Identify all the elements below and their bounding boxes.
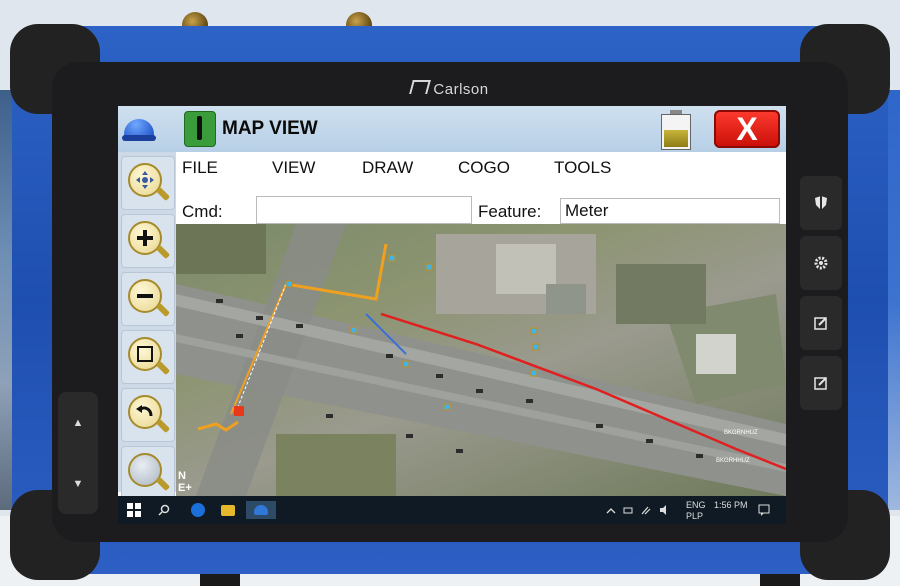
cmd-label: Cmd: xyxy=(182,202,223,221)
north-indicator: N E+ xyxy=(178,470,192,494)
menu-file[interactable]: FILE xyxy=(182,158,218,178)
hardware-volume-buttons: ▲ ▼ xyxy=(58,392,98,514)
zoom-toolbox xyxy=(118,152,176,500)
edit-icon xyxy=(814,317,827,330)
menu-cogo[interactable]: COGO xyxy=(458,158,510,178)
edit-button-2[interactable] xyxy=(800,356,842,410)
windows-taskbar: ENG PLP 1:56 PM xyxy=(118,496,786,524)
feature-field[interactable]: Meter xyxy=(560,198,780,224)
gnss-rover-icon[interactable] xyxy=(184,111,216,147)
clock[interactable]: 1:56 PM xyxy=(714,500,748,510)
settings-button[interactable] xyxy=(800,236,842,290)
menu-view[interactable]: VIEW xyxy=(272,158,315,178)
explorer-taskbar-button[interactable] xyxy=(218,501,238,519)
cmd-input[interactable] xyxy=(256,196,472,224)
zoom-window-button[interactable] xyxy=(121,330,175,384)
feature-label: Feature: xyxy=(478,202,542,221)
search-icon xyxy=(158,504,170,516)
hardware-side-buttons xyxy=(800,176,842,416)
svg-text:BKGRHHUZ: BKGRHHUZ xyxy=(716,458,750,464)
command-row: Cmd: Feature: Meter xyxy=(176,194,786,228)
windows-icon xyxy=(127,503,141,517)
menu-draw[interactable]: DRAW xyxy=(362,158,413,178)
close-button[interactable]: X xyxy=(714,110,780,148)
pan-button[interactable] xyxy=(121,156,175,210)
map-canvas[interactable]: BKGRNHUZ BKGRHHUZ xyxy=(176,224,786,496)
page-title: MAP VIEW xyxy=(222,118,318,139)
hardhat-icon xyxy=(254,505,268,515)
battery-icon xyxy=(661,110,691,150)
zoom-out-button[interactable] xyxy=(121,272,175,326)
zoom-previous-button[interactable] xyxy=(121,388,175,442)
shield-icon xyxy=(815,196,827,210)
edit-button-1[interactable] xyxy=(800,296,842,350)
arrow-up-icon: ▲ xyxy=(72,416,84,429)
zoom-extents-button[interactable] xyxy=(121,446,175,500)
keyboard-layout[interactable]: PLP xyxy=(686,511,703,521)
zoom-in-button[interactable] xyxy=(121,214,175,268)
edge-taskbar-button[interactable] xyxy=(188,501,208,519)
arrow-down-icon: ▼ xyxy=(72,477,84,490)
start-button[interactable] xyxy=(126,501,142,519)
menu-tools[interactable]: TOOLS xyxy=(554,158,611,178)
carlson-taskbar-button[interactable] xyxy=(246,501,276,519)
system-tray-icons xyxy=(606,505,666,515)
brand-text: Carlson xyxy=(433,81,489,98)
edge-icon xyxy=(191,503,205,517)
shield-button[interactable] xyxy=(800,176,842,230)
volume-down-button[interactable]: ▼ xyxy=(58,453,98,514)
gear-icon xyxy=(814,256,828,270)
volume-up-button[interactable]: ▲ xyxy=(58,392,98,453)
notification-icon[interactable] xyxy=(758,504,770,516)
brand-label: Carlson xyxy=(0,80,900,98)
aerial-imagery: BKGRNHUZ BKGRHHUZ xyxy=(176,224,786,496)
tablet-screen: MAP VIEW X FILE VIEW DRAW COGO TOOLS Cmd… xyxy=(118,106,786,524)
app-titlebar: MAP VIEW X xyxy=(118,106,786,152)
svg-text:BKGRNHUZ: BKGRNHUZ xyxy=(724,430,758,436)
folder-icon xyxy=(221,504,235,516)
language-indicator[interactable]: ENG xyxy=(686,500,706,510)
edit-icon xyxy=(814,377,827,390)
search-button[interactable] xyxy=(156,501,172,519)
menu-bar: FILE VIEW DRAW COGO TOOLS xyxy=(176,152,786,194)
carlson-logo-icon xyxy=(409,80,432,94)
hardhat-icon[interactable] xyxy=(122,115,156,143)
